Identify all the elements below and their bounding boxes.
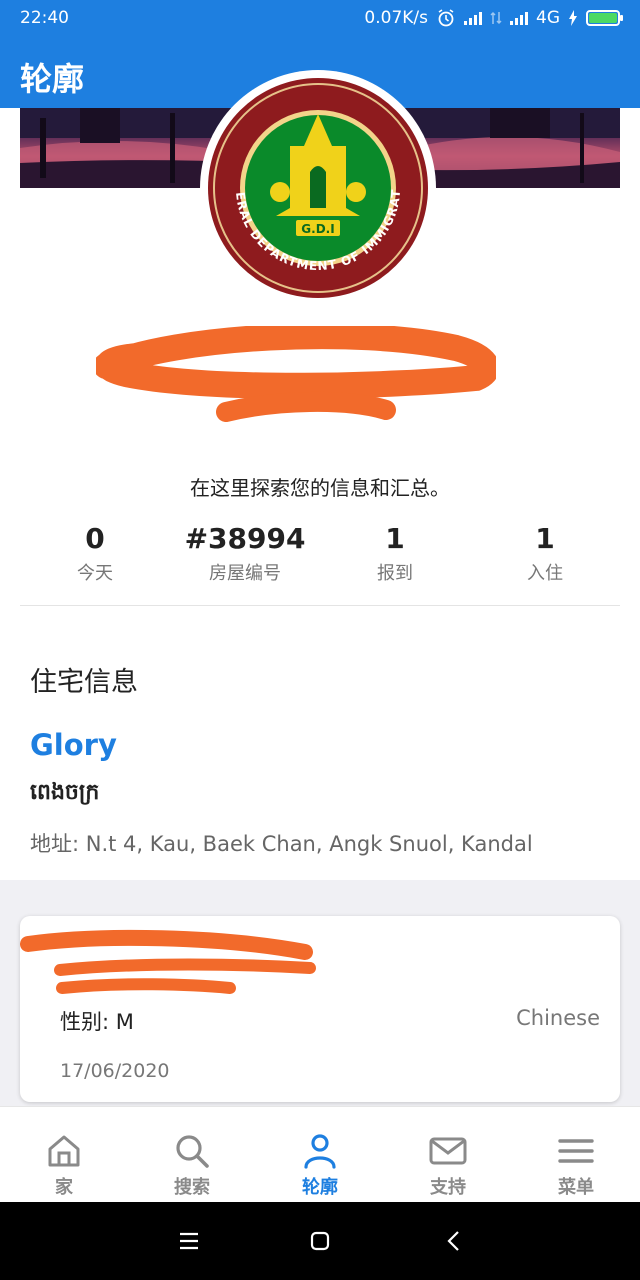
home-square-icon[interactable]	[309, 1230, 331, 1252]
guest-card[interactable]: 性别: M Chinese 17/06/2020	[20, 916, 620, 1102]
net-speed: 0.07K/s	[364, 8, 428, 28]
stat-value: #38994	[184, 522, 306, 555]
nav-item-menu[interactable]: 菜单	[512, 1107, 640, 1202]
divider	[20, 605, 620, 606]
search-icon	[176, 1135, 209, 1168]
stat-occupancy: 1 入住	[470, 522, 620, 592]
guest-gender: 性别: M	[60, 1010, 134, 1034]
mail-icon	[429, 1137, 467, 1165]
status-time: 22:40	[20, 8, 69, 28]
residence-section-title: 住宅信息	[30, 667, 138, 698]
signal-icon	[510, 11, 528, 25]
stat-house-number: #38994 房屋编号	[170, 522, 320, 592]
redacted-guest-details	[20, 929, 316, 994]
nav-item-home[interactable]: 家	[0, 1107, 128, 1202]
status-icons: 0.07K/s 4G	[364, 8, 623, 28]
nav-label: 家	[55, 1177, 73, 1198]
data-arrows-icon	[490, 11, 502, 25]
page-title: 轮廓	[20, 60, 85, 98]
stat-value: 0	[85, 522, 105, 555]
nav-item-search[interactable]: 搜索	[128, 1107, 256, 1202]
menu-icon	[558, 1139, 594, 1163]
nav-label: 支持	[430, 1177, 466, 1198]
residence-name: Glory	[30, 728, 117, 762]
stat-today: 0 今天	[20, 522, 170, 592]
back-icon[interactable]	[444, 1230, 466, 1252]
stat-label: 入住	[527, 563, 563, 584]
bottom-nav: 家 搜索 轮廓 支持 菜单	[0, 1106, 640, 1202]
stat-label: 房屋编号	[209, 563, 281, 584]
stat-label: 报到	[377, 563, 413, 584]
system-nav-bar	[0, 1202, 640, 1280]
nav-label: 菜单	[558, 1177, 594, 1198]
residence-address: 地址: N.t 4, Kau, Baek Chan, Angk Snuol, K…	[30, 832, 533, 856]
guest-nationality: Chinese	[516, 1006, 600, 1030]
status-bar: 22:40 0.07K/s 4G	[0, 0, 640, 38]
charging-icon	[569, 10, 577, 26]
stat-label: 今天	[77, 563, 113, 584]
battery-icon	[586, 10, 623, 26]
home-icon	[48, 1135, 80, 1167]
guest-date: 17/06/2020	[60, 1060, 170, 1082]
user-icon	[304, 1134, 336, 1169]
svg-text:G.D.I: G.D.I	[301, 222, 334, 236]
stat-value: 1	[535, 522, 555, 555]
network-type: 4G	[536, 8, 560, 28]
signal-icon	[464, 11, 482, 25]
gdi-seal-logo: GENERAL DEPARTMENT OF IMMIGRATION G.D.I	[206, 76, 428, 298]
redacted-user-name	[96, 326, 496, 422]
stat-check-in: 1 报到	[320, 522, 470, 592]
alarm-icon	[438, 9, 454, 27]
nav-item-profile[interactable]: 轮廓	[256, 1107, 384, 1202]
nav-label: 搜索	[174, 1177, 210, 1198]
nav-label: 轮廓	[302, 1177, 338, 1198]
residence-khmer-name: ពេងចក្រ	[30, 780, 100, 805]
profile-tagline: 在这里探索您的信息和汇总。	[190, 476, 450, 500]
stat-value: 1	[385, 522, 405, 555]
nav-item-support[interactable]: 支持	[384, 1107, 512, 1202]
recents-menu-icon[interactable]	[178, 1230, 200, 1252]
stats-row: 0 今天 #38994 房屋编号 1 报到 1 入住	[20, 522, 620, 592]
